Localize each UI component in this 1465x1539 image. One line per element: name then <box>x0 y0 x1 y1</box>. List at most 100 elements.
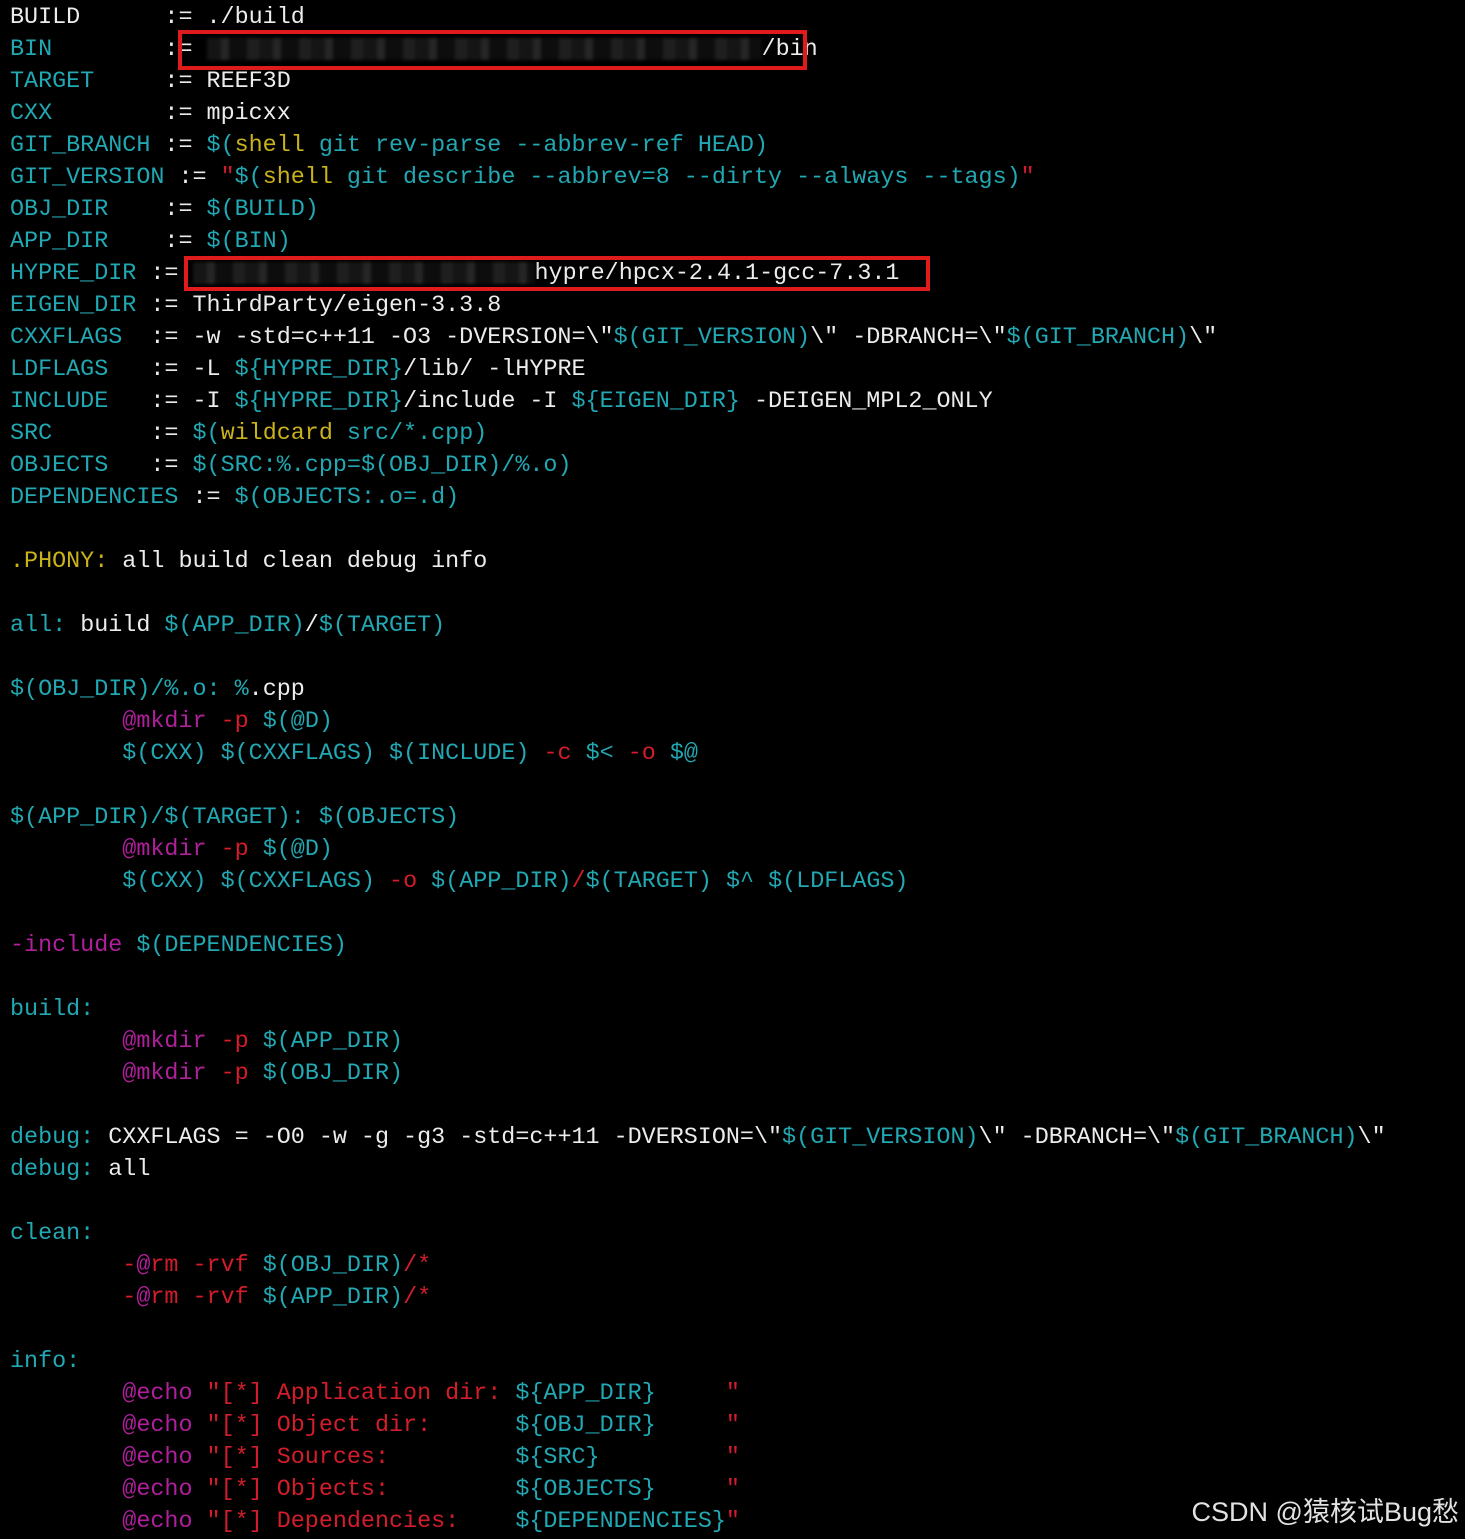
code-line[interactable]: GIT_VERSION := "$(shell git describe --a… <box>10 162 1035 194</box>
code-token: CXX <box>10 101 53 127</box>
code-token: @ <box>136 1253 151 1279</box>
code-line[interactable]: @echo "[*] Objects: ${OBJECTS} " <box>10 1474 740 1506</box>
code-token: := <box>150 133 207 159</box>
code-token: -o <box>389 869 418 895</box>
code-line[interactable]: @echo "[*] Dependencies: ${DEPENDENCIES}… <box>10 1506 740 1538</box>
code-token: wildcard <box>220 421 333 447</box>
highlight-box-hypre-dir <box>184 256 930 291</box>
code-line[interactable]: -include $(DEPENDENCIES) <box>10 930 347 962</box>
code-line[interactable]: info: <box>10 1346 80 1378</box>
code-line[interactable]: $(OBJ_DIR)/%.o: %.cpp <box>10 674 305 706</box>
code-token: -c <box>543 741 572 767</box>
code-token: $(CXXFLAGS) <box>220 741 375 767</box>
code-token: DEPENDENCIES <box>10 485 179 511</box>
code-token: shell <box>262 165 333 191</box>
code-token: " <box>725 1509 740 1535</box>
code-token: $( <box>234 165 263 191</box>
code-line[interactable]: -@rm -rvf $(APP_DIR)/* <box>10 1282 431 1314</box>
code-token: BIN <box>10 37 53 63</box>
code-line[interactable]: clean: <box>10 1218 94 1250</box>
code-token: /lib/ -lHYPRE <box>403 357 586 383</box>
code-token: $(INCLUDE) <box>389 741 530 767</box>
code-token: rm -rvf <box>150 1253 249 1279</box>
code-token: all: <box>10 613 67 639</box>
code-token: ${EIGEN_DIR} <box>571 389 740 415</box>
code-line[interactable]: LDFLAGS := -L ${HYPRE_DIR}/lib/ -lHYPRE <box>10 354 586 386</box>
code-line[interactable]: $(APP_DIR)/$(TARGET): $(OBJECTS) <box>10 802 459 834</box>
code-line[interactable]: $(CXX) $(CXXFLAGS) -o $(APP_DIR)/$(TARGE… <box>10 866 908 898</box>
code-line[interactable]: .PHONY: all build clean debug info <box>10 546 487 578</box>
code-token: ${SRC} <box>515 1445 600 1471</box>
code-token: / <box>571 869 586 895</box>
code-token: GIT_BRANCH <box>10 133 151 159</box>
code-token: @mkdir <box>122 1029 207 1055</box>
code-token: := ThirdParty/eigen-3.3.8 <box>136 293 502 319</box>
code-token: := -I <box>108 389 235 415</box>
code-line[interactable]: @mkdir -p $(OBJ_DIR) <box>10 1058 403 1090</box>
code-token: \" <box>1357 1125 1386 1151</box>
code-line[interactable]: @echo "[*] Sources: ${SRC} " <box>10 1442 740 1474</box>
code-token: $@ <box>669 741 698 767</box>
code-line[interactable]: SRC := $(wildcard src/*.cpp) <box>10 418 487 450</box>
code-line[interactable]: @mkdir -p $(@D) <box>10 706 333 738</box>
code-token: $(GIT_VERSION) <box>782 1125 979 1151</box>
code-line[interactable]: INCLUDE := -I ${HYPRE_DIR}/include -I ${… <box>10 386 993 418</box>
code-token: " <box>1020 165 1035 191</box>
code-line[interactable]: OBJECTS := $(SRC:%.cpp=$(OBJ_DIR)/%.o) <box>10 450 572 482</box>
code-line[interactable]: DEPENDENCIES := $(OBJECTS:.o=.d) <box>10 482 459 514</box>
code-token: := <box>108 453 193 479</box>
code-line[interactable]: @echo "[*] Application dir: ${APP_DIR} " <box>10 1378 740 1410</box>
code-token: $(TARGET) <box>318 613 446 639</box>
code-token: build <box>66 613 165 639</box>
code-token: \" -DBRANCH=\" <box>810 325 1007 351</box>
code-line[interactable]: GIT_BRANCH := $(shell git rev-parse --ab… <box>10 130 768 162</box>
code-token: .cpp <box>248 677 305 703</box>
code-token: all build clean debug info <box>108 549 488 575</box>
code-token: -include <box>10 933 123 959</box>
code-token: clean: <box>10 1221 95 1247</box>
code-line[interactable]: CXXFLAGS := -w -std=c++11 -O3 -DVERSION=… <box>10 322 1217 354</box>
code-line[interactable]: all: build $(APP_DIR)/$(TARGET) <box>10 610 445 642</box>
code-line[interactable]: APP_DIR := $(BIN) <box>10 226 291 258</box>
code-token: CXXFLAGS = -O0 -w -g -g3 -std=c++11 -DVE… <box>94 1125 783 1151</box>
code-line[interactable]: @mkdir -p $(APP_DIR) <box>10 1026 403 1058</box>
code-token: $(GIT_BRANCH) <box>1006 325 1190 351</box>
code-token: OBJECTS <box>10 453 109 479</box>
code-line[interactable]: TARGET := REEF3D <box>10 66 291 98</box>
code-token: $(BIN) <box>206 229 291 255</box>
makefile-editor[interactable]: BUILD := ./build BIN := /bin TARGET := REE… <box>0 0 1465 1539</box>
code-line[interactable]: build: <box>10 994 94 1026</box>
code-line[interactable]: debug: CXXFLAGS = -O0 -w -g -g3 -std=c++… <box>10 1122 1386 1154</box>
code-line[interactable]: OBJ_DIR := $(BUILD) <box>10 194 319 226</box>
code-token: $(GIT_BRANCH) <box>1175 1125 1358 1151</box>
code-line[interactable]: -@rm -rvf $(OBJ_DIR)/* <box>10 1250 431 1282</box>
code-line[interactable]: @mkdir -p $(@D) <box>10 834 333 866</box>
code-line[interactable]: $(CXX) $(CXXFLAGS) $(INCLUDE) -c $< -o $… <box>10 738 698 770</box>
code-line[interactable]: CXX := mpicxx <box>10 98 291 130</box>
code-token: $^ <box>725 869 755 895</box>
code-token: $(CXX) <box>122 869 207 895</box>
code-token: SRC <box>10 421 53 447</box>
code-line[interactable]: EIGEN_DIR := ThirdParty/eigen-3.3.8 <box>10 290 501 322</box>
code-line[interactable]: debug: all <box>10 1154 150 1186</box>
code-line[interactable]: @echo "[*] Object dir: ${OBJ_DIR} " <box>10 1410 740 1442</box>
code-token: := mpicxx <box>52 101 291 127</box>
code-token: $(OBJ_DIR) <box>262 1061 404 1087</box>
code-token: @ <box>136 1285 151 1311</box>
